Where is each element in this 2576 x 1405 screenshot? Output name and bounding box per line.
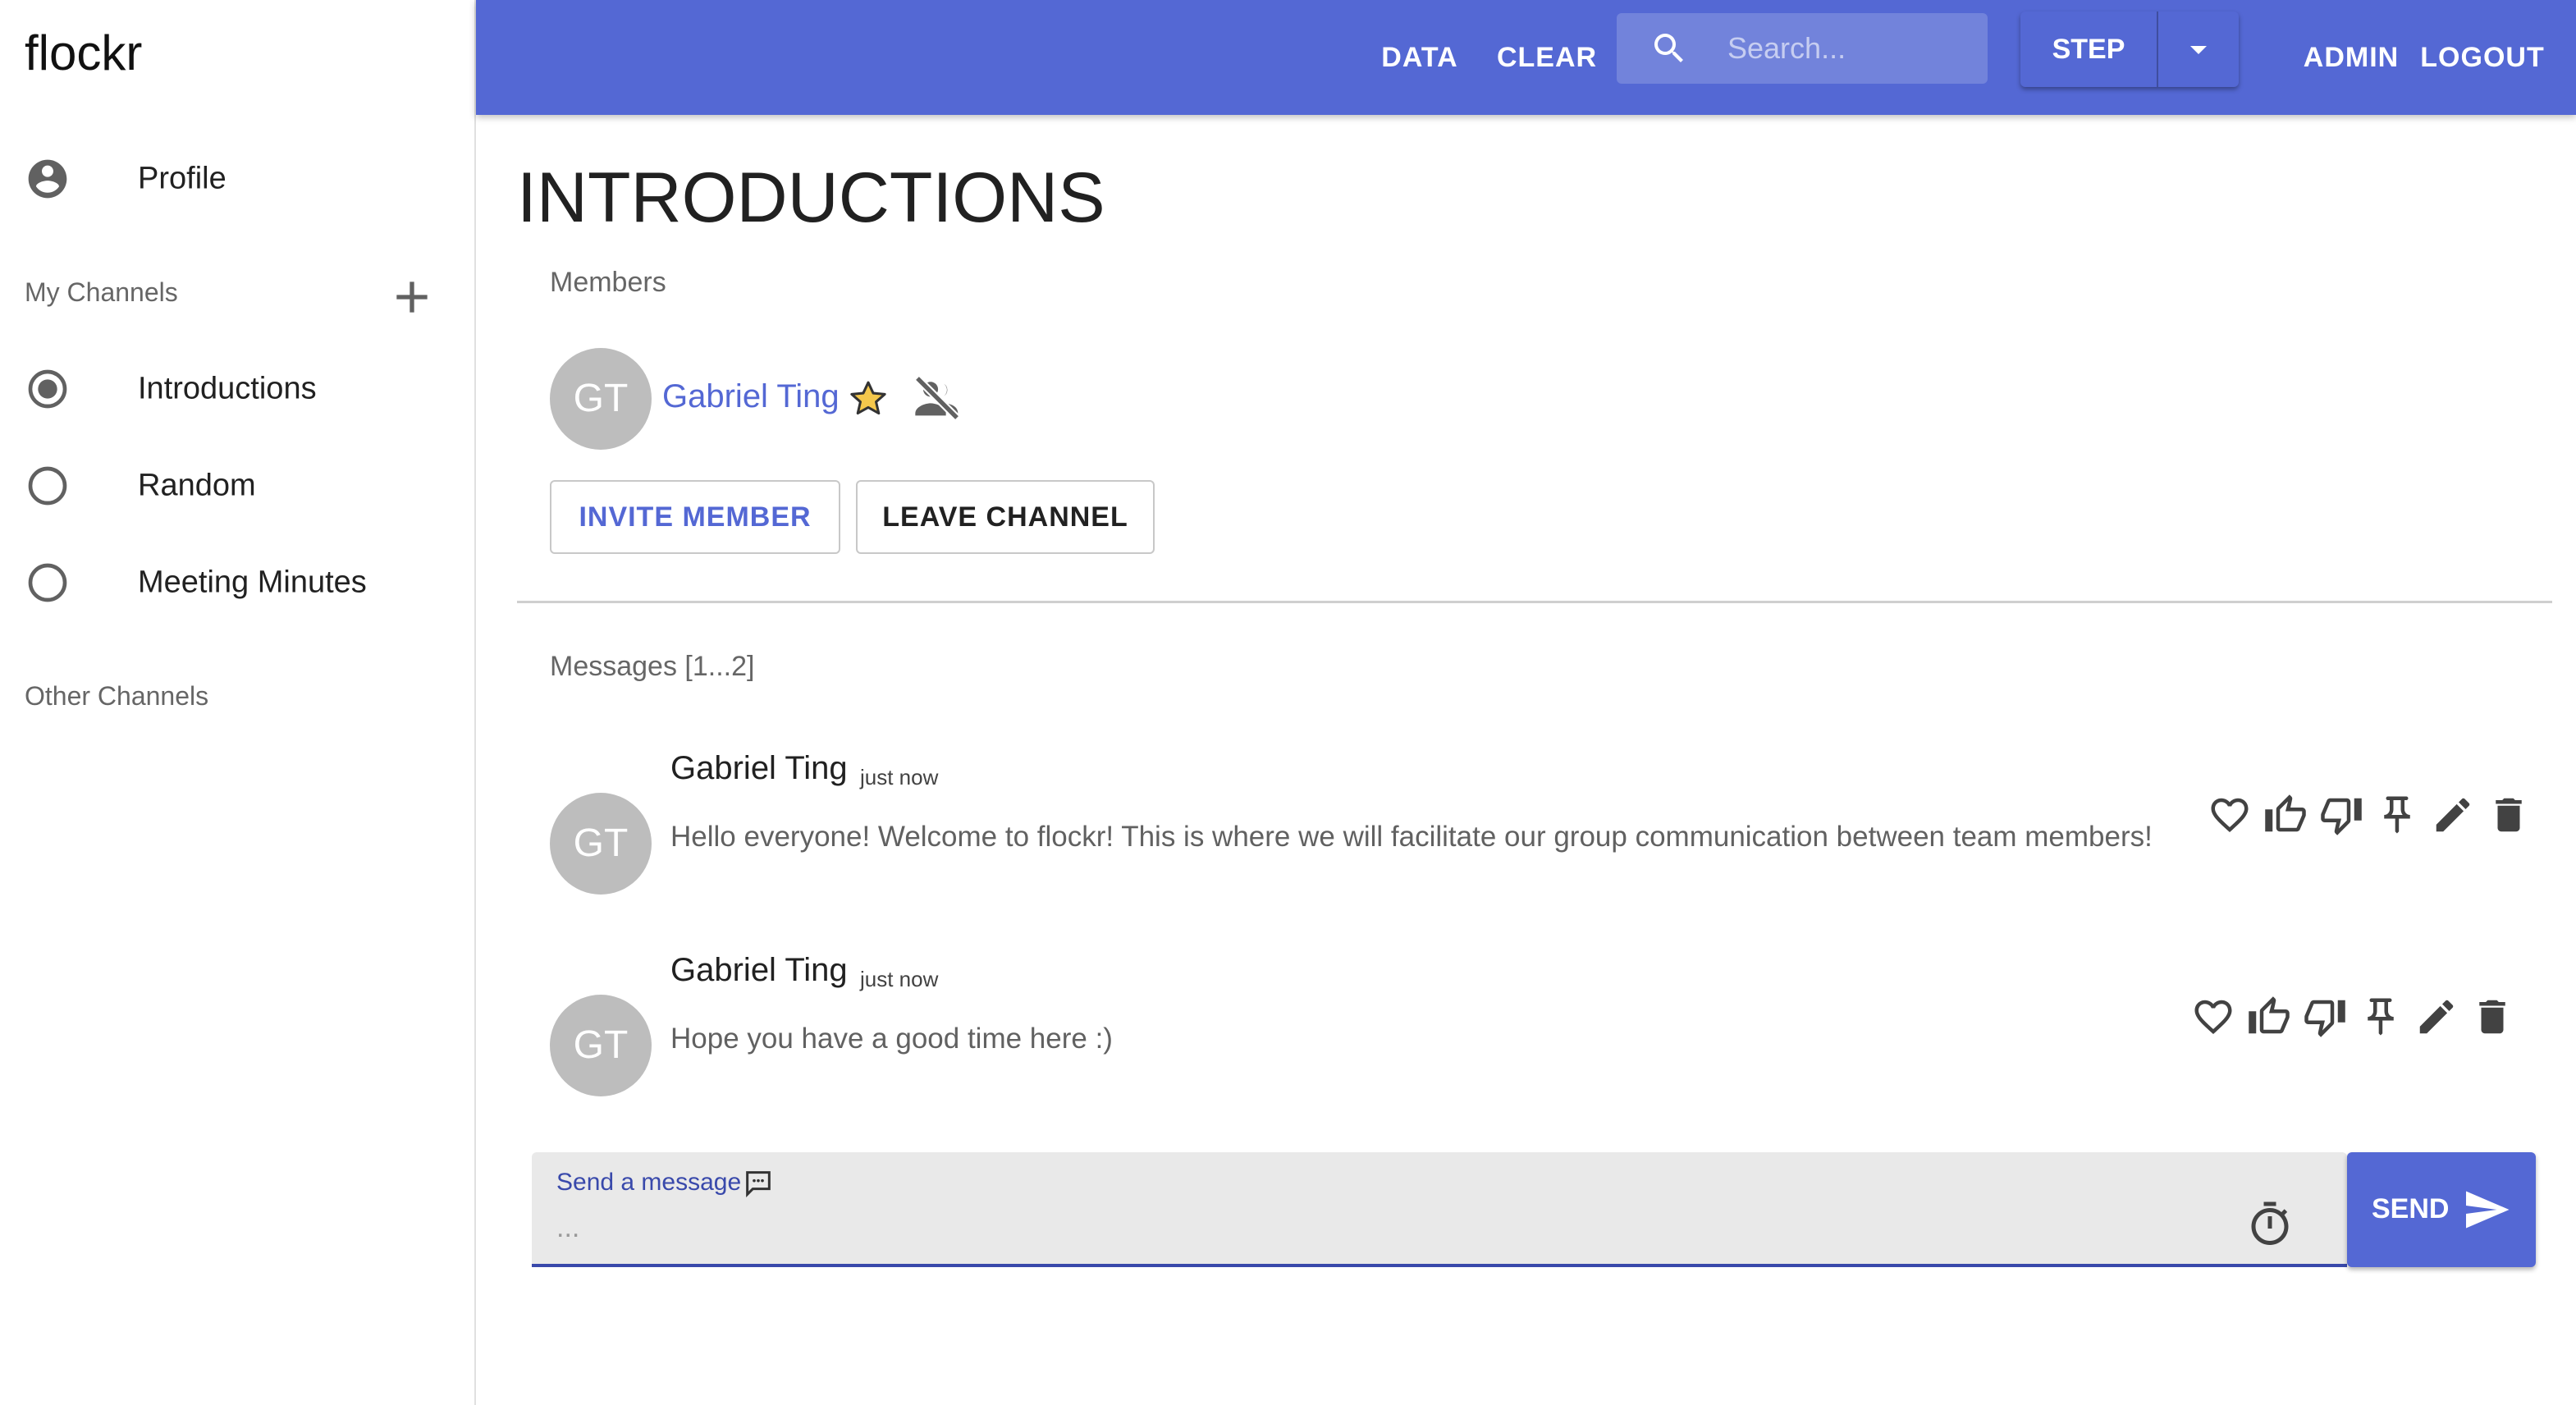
avatar: GT — [550, 995, 652, 1096]
thumb-up-icon[interactable] — [2263, 793, 2308, 837]
step-button[interactable]: STEP — [2020, 11, 2158, 87]
messages-header: Messages [1...2] — [550, 651, 755, 682]
sidebar-item-label: Profile — [138, 161, 226, 196]
sidebar-item-profile[interactable]: Profile — [0, 138, 474, 220]
clear-button[interactable]: CLEAR — [1485, 29, 1608, 86]
channel-title: INTRODUCTIONS — [517, 158, 1105, 237]
star-icon — [850, 381, 886, 415]
sidebar-item-label: Random — [138, 468, 256, 503]
member-name-link[interactable]: Gabriel Ting — [662, 378, 840, 415]
step-dropdown-button[interactable] — [2158, 11, 2239, 87]
members-header: Members — [550, 267, 666, 298]
thumb-down-icon[interactable] — [2319, 793, 2363, 837]
send-label: SEND — [2372, 1193, 2450, 1224]
remove-owner-icon[interactable] — [911, 372, 963, 424]
edit-icon[interactable] — [2414, 995, 2459, 1039]
message-actions — [2208, 793, 2531, 842]
account-circle-icon — [28, 159, 67, 199]
divider — [517, 601, 2552, 603]
radio-unchecked-icon — [28, 466, 67, 506]
heart-icon[interactable] — [2191, 995, 2235, 1039]
message-actions — [2191, 995, 2514, 1044]
search-input[interactable] — [1727, 25, 1974, 72]
other-channels-header: Other Channels — [25, 681, 209, 711]
invite-member-button[interactable]: INVITE MEMBER — [550, 480, 840, 554]
channel-main: INTRODUCTIONS Members GT Gabriel Ting IN… — [476, 115, 2576, 1405]
message-composer: Send a message — [532, 1152, 2347, 1267]
message-author: Gabriel Ting — [670, 750, 848, 786]
send-icon — [2466, 1191, 2510, 1229]
sidebar-item-meeting-minutes[interactable]: Meeting Minutes — [0, 542, 474, 624]
leave-channel-button[interactable]: LEAVE CHANNEL — [856, 480, 1155, 554]
thumb-down-icon[interactable] — [2303, 995, 2347, 1039]
search-box — [1617, 13, 1988, 84]
message-item: GT Gabriel Ting just now Hello everyone!… — [550, 750, 2560, 914]
top-app-bar: DATA CLEAR STEP ADMIN LOGOUT — [476, 0, 2576, 115]
message-input[interactable] — [556, 1203, 2198, 1252]
pin-icon[interactable] — [2359, 995, 2403, 1039]
message-item: GT Gabriel Ting just now Hope you have a… — [550, 952, 2560, 1116]
delete-icon[interactable] — [2470, 995, 2514, 1039]
pin-icon[interactable] — [2375, 793, 2419, 837]
add-channel-icon[interactable] — [386, 271, 438, 323]
radio-checked-icon — [28, 369, 67, 409]
step-button-group: STEP — [2020, 11, 2239, 87]
my-channels-header: My Channels — [25, 277, 178, 307]
arrow-drop-down-icon — [2190, 46, 2207, 54]
sidebar-item-label: Meeting Minutes — [138, 565, 367, 600]
sidebar-item-introductions[interactable]: Introductions — [0, 348, 474, 430]
radio-unchecked-icon — [28, 563, 67, 602]
sidebar: flockr Profile My Channels Introductions… — [0, 0, 476, 1405]
heart-icon[interactable] — [2208, 793, 2252, 837]
thumb-up-icon[interactable] — [2247, 995, 2291, 1039]
message-text: Hello everyone! Welcome to flockr! This … — [670, 821, 2153, 853]
avatar: GT — [550, 793, 652, 895]
admin-button[interactable]: ADMIN — [2281, 29, 2421, 86]
send-button[interactable]: SEND — [2347, 1152, 2536, 1267]
search-icon — [1654, 34, 1683, 62]
message-timestamp: just now — [860, 967, 939, 991]
delete-icon[interactable] — [2487, 793, 2531, 837]
sidebar-item-label: Introductions — [138, 371, 317, 406]
message-bubble-icon — [746, 1171, 771, 1197]
message-timestamp: just now — [860, 765, 939, 789]
logout-button[interactable]: LOGOUT — [2409, 29, 2556, 86]
avatar: GT — [550, 348, 652, 450]
composer-label: Send a message — [556, 1169, 742, 1196]
sidebar-item-random[interactable]: Random — [0, 445, 474, 527]
app-title: flockr — [25, 25, 143, 80]
edit-icon[interactable] — [2431, 793, 2475, 837]
data-button[interactable]: DATA — [1362, 29, 1477, 86]
timer-icon[interactable] — [2245, 1200, 2295, 1249]
message-author: Gabriel Ting — [670, 952, 848, 988]
message-text: Hope you have a good time here :) — [670, 1023, 1113, 1055]
